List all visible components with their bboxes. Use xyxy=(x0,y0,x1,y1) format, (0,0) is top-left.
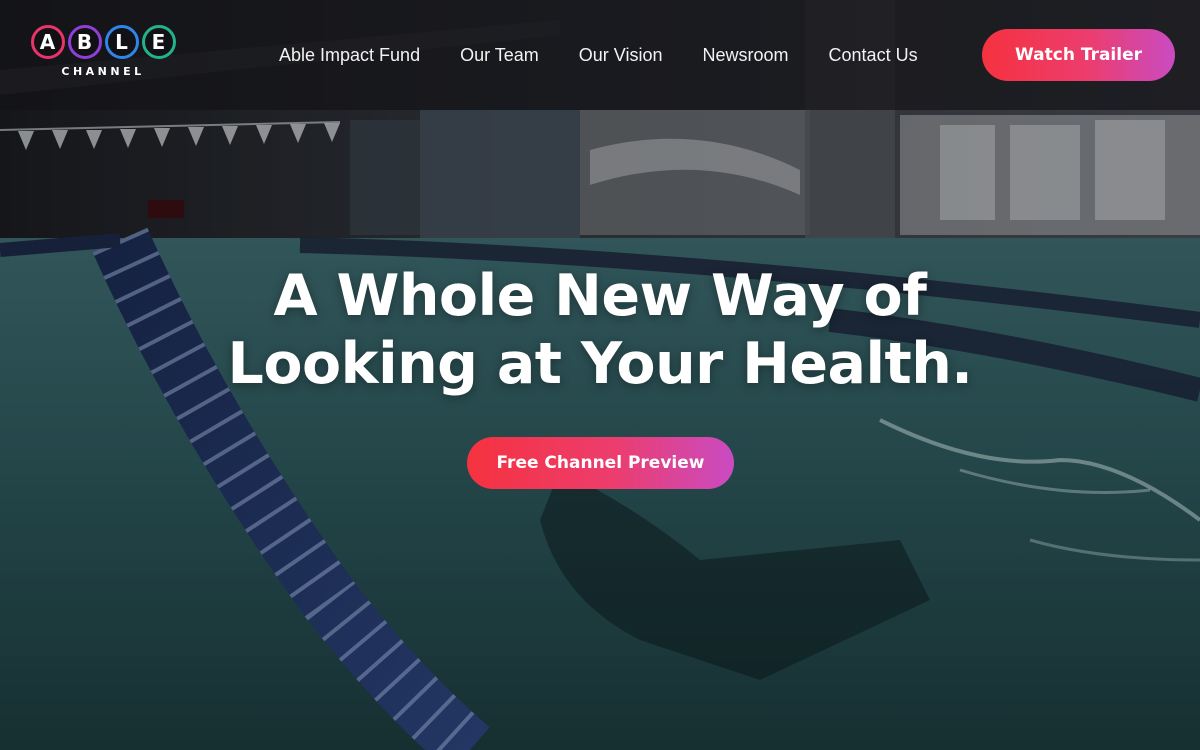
nav-able-impact-fund[interactable]: Able Impact Fund xyxy=(279,45,420,66)
hero-headline-line-2: Looking at Your Health. xyxy=(227,331,973,397)
logo-letter-a: A xyxy=(30,25,65,59)
logo-letters: A B L E xyxy=(30,25,176,59)
logo-letter-e: E xyxy=(141,25,176,59)
watch-trailer-button[interactable]: Watch Trailer xyxy=(982,29,1175,81)
logo-subtitle: CHANNEL xyxy=(61,65,145,78)
nav-newsroom[interactable]: Newsroom xyxy=(703,45,789,66)
hero-headline-line-1: A Whole New Way of xyxy=(273,263,928,329)
hero-headline: A Whole New Way of Looking at Your Healt… xyxy=(150,262,1050,398)
nav-contact-us[interactable]: Contact Us xyxy=(829,45,918,66)
able-channel-logo[interactable]: A B L E CHANNEL xyxy=(25,25,181,85)
nav-our-team[interactable]: Our Team xyxy=(460,45,539,66)
logo-letter-l: L xyxy=(104,25,139,59)
logo-letter-b: B xyxy=(67,25,102,59)
main-nav: Able Impact Fund Our Team Our Vision New… xyxy=(279,45,918,66)
site-header: A B L E CHANNEL Able Impact Fund Our Tea… xyxy=(0,0,1200,110)
free-channel-preview-button[interactable]: Free Channel Preview xyxy=(467,437,734,489)
nav-our-vision[interactable]: Our Vision xyxy=(579,45,663,66)
